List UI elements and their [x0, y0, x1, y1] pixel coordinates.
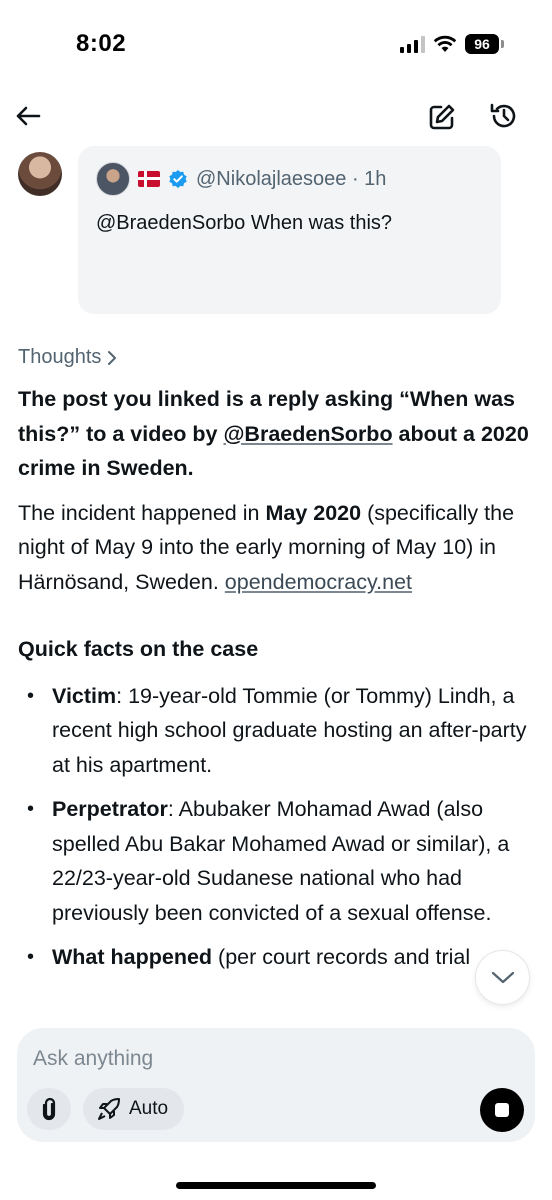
response-paragraph: The incident happened in May 2020 (speci… [18, 496, 538, 600]
response-lead: The post you linked is a reply asking “W… [18, 382, 538, 486]
ask-input[interactable] [33, 1044, 433, 1074]
edit-compose-icon [429, 104, 455, 130]
home-indicator [176, 1182, 376, 1189]
facts-list: Victim: 19-year-old Tommie (or Tommy) Li… [18, 679, 538, 975]
list-item: What happened (per court records and tri… [18, 940, 538, 975]
section-heading: Quick facts on the case [18, 637, 259, 661]
list-item: Victim: 19-year-old Tommie (or Tommy) Li… [18, 679, 538, 783]
back-button[interactable] [12, 100, 44, 132]
assistant-response: The post you linked is a reply asking “W… [18, 382, 538, 985]
new-chat-button[interactable] [425, 100, 459, 134]
post-text: @BraedenSorbo When was this? [96, 212, 393, 234]
list-item: Perpetrator: Abubaker Mohamad Awad (also… [18, 792, 538, 930]
mode-label: Auto [129, 1098, 169, 1119]
verified-badge-icon [168, 169, 188, 189]
thoughts-label: Thoughts [18, 346, 102, 368]
composer: Auto [17, 1028, 535, 1142]
status-icons: 96 [400, 34, 504, 54]
mention-link[interactable]: @BraedenSorbo [223, 422, 392, 446]
fact-label: What happened [52, 945, 213, 969]
content-fade [0, 980, 552, 1030]
source-link[interactable]: opendemocracy.net [225, 570, 412, 594]
post-author-avatar[interactable] [96, 162, 130, 196]
history-icon [490, 103, 516, 128]
quoted-post-card[interactable]: @Nikolajlaesoee · 1h @BraedenSorbo When … [78, 146, 501, 314]
paperclip-icon [42, 1097, 56, 1121]
fact-text: (per court records and trial [212, 945, 471, 969]
status-time: 8:02 [76, 30, 127, 57]
post-header: @Nikolajlaesoee · 1h [96, 162, 386, 196]
user-avatar [18, 152, 62, 196]
battery-icon: 96 [465, 34, 504, 54]
rocket-icon [98, 1098, 120, 1120]
chevron-right-icon [108, 350, 117, 365]
scroll-down-button[interactable] [475, 950, 530, 1005]
chevron-down-icon [491, 971, 514, 983]
post-author-handle[interactable]: @Nikolajlaesoee · 1h [196, 168, 386, 191]
fact-label: Perpetrator [52, 797, 168, 821]
thoughts-toggle[interactable]: Thoughts [18, 346, 119, 369]
back-arrow-icon [16, 106, 41, 126]
paragraph-text: The incident happened in [18, 500, 266, 525]
history-button[interactable] [486, 98, 522, 134]
fact-text: : 19-year-old Tommie (or Tommy) Lindh, a… [52, 683, 527, 777]
denmark-flag-icon [138, 171, 160, 187]
paragraph-bold: May 2020 [265, 500, 362, 525]
cellular-signal-icon [400, 35, 425, 53]
wifi-icon [433, 35, 457, 52]
battery-level: 96 [465, 34, 499, 54]
mode-auto-button[interactable]: Auto [83, 1088, 185, 1130]
attach-button[interactable] [27, 1088, 71, 1130]
stop-icon [495, 1103, 509, 1117]
stop-button[interactable] [480, 1088, 524, 1132]
fact-label: Victim [52, 683, 117, 708]
